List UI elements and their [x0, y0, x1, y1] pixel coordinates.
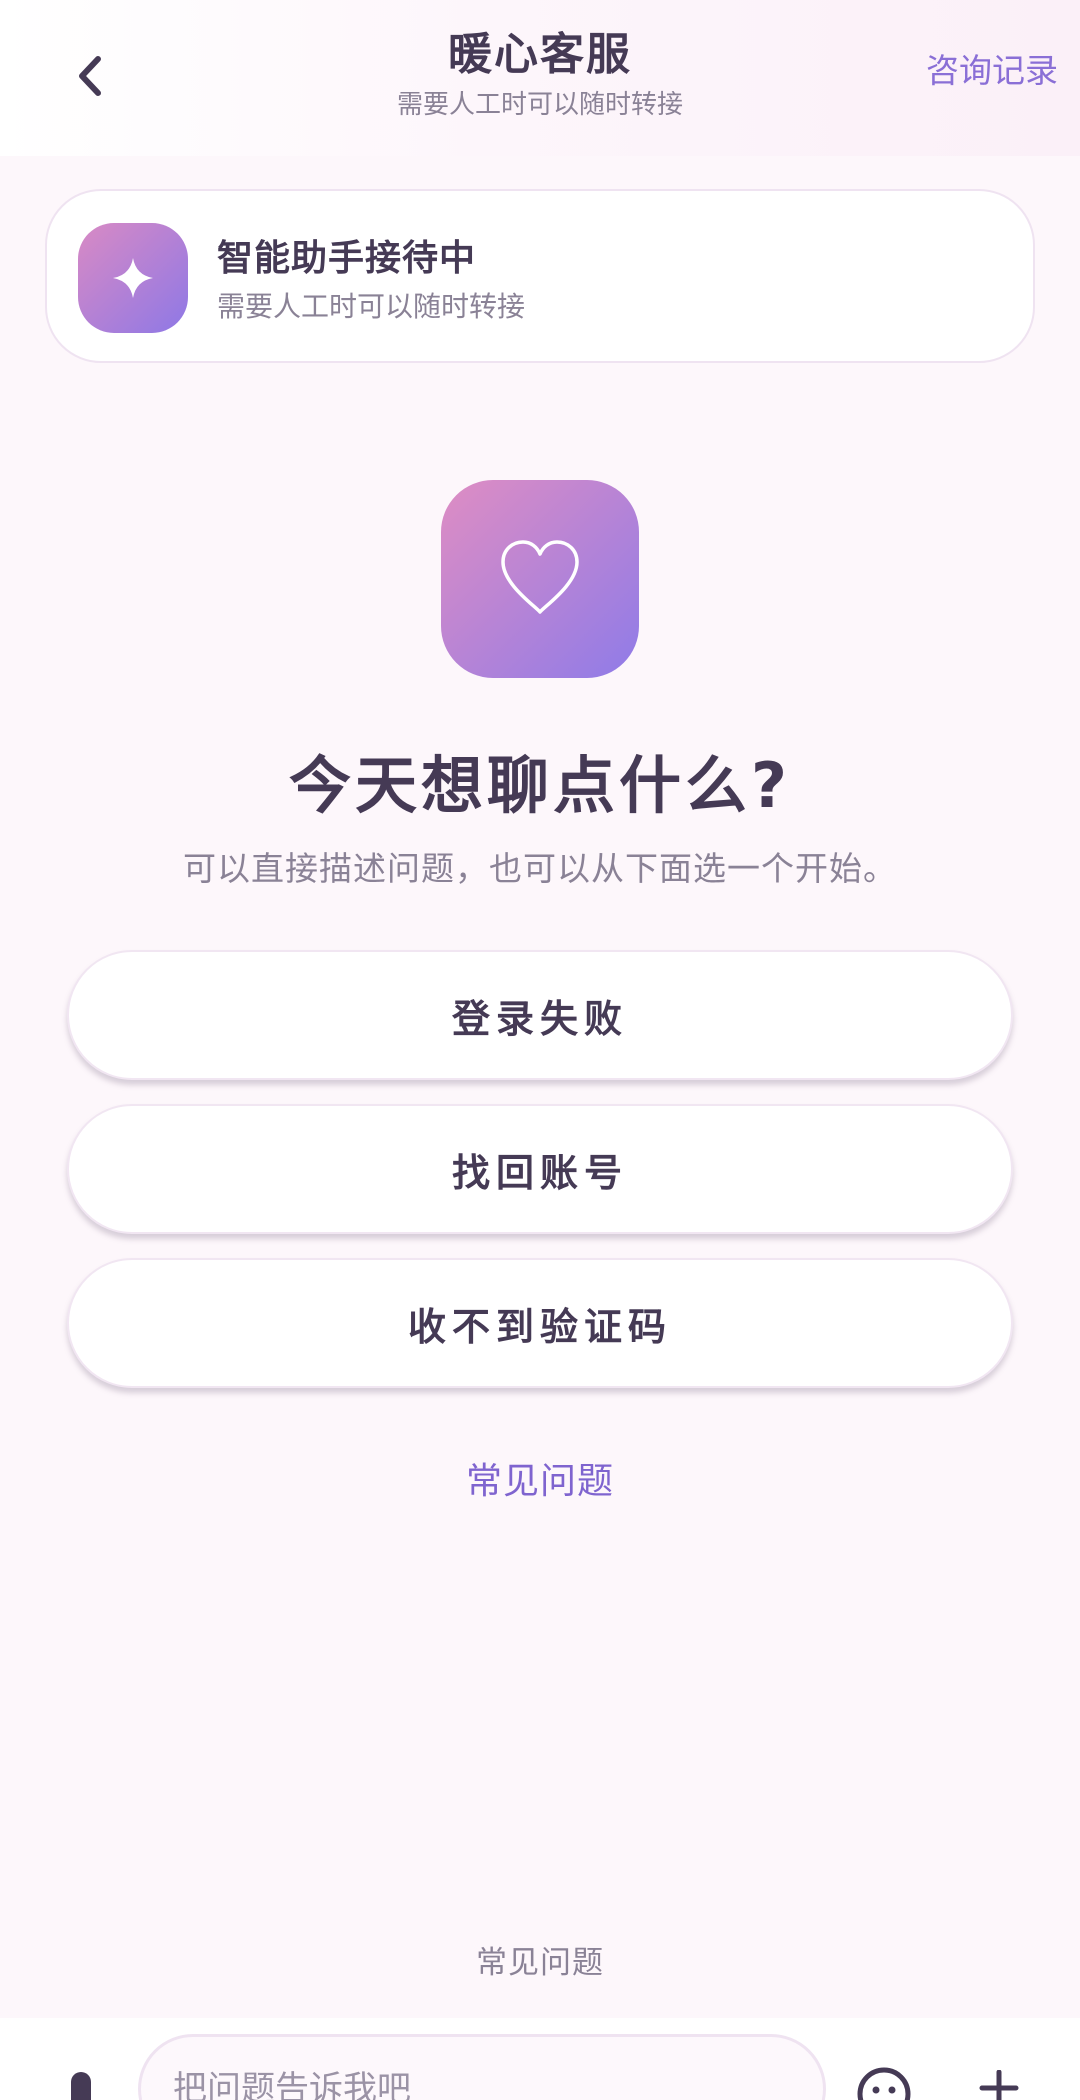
top-header: 暖心客服 需要人工时可以随时转接 咨询记录	[0, 0, 1080, 156]
consultation-history-link[interactable]: 咨询记录	[926, 44, 1058, 92]
faq-link[interactable]: 常见问题	[0, 1452, 1080, 1504]
message-input-bar	[0, 2018, 1080, 2100]
voice-input-button[interactable]	[56, 2066, 106, 2100]
faq-footer-label[interactable]: 常见问题	[0, 1937, 1080, 1982]
page-subtitle: 需要人工时可以随时转接	[396, 90, 683, 120]
quick-action-recover-account[interactable]: 找回账号	[67, 1104, 1013, 1234]
plus-icon	[979, 2069, 1019, 2100]
status-subtitle: 需要人工时可以随时转接	[217, 290, 526, 323]
customer-service-screen: 暖心客服 需要人工时可以随时转接 咨询记录 智能助手接待中 需要人工时可以随时转…	[0, 0, 1080, 2100]
microphone-icon	[71, 2072, 91, 2100]
add-attachment-button[interactable]	[974, 2069, 1024, 2100]
smiley-icon	[857, 2067, 911, 2100]
welcome-title: 今天想聊点什么?	[289, 749, 791, 822]
quick-actions-list: 登录失败 找回账号 收不到验证码	[67, 950, 1013, 1412]
assistant-status-card: 智能助手接待中 需要人工时可以随时转接	[45, 189, 1035, 363]
quick-action-login-failed[interactable]: 登录失败	[67, 950, 1013, 1080]
welcome-subtitle: 可以直接描述问题，也可以从下面选一个开始。	[183, 849, 897, 888]
sparkle-icon	[113, 258, 153, 298]
message-input[interactable]	[138, 2034, 826, 2100]
hero-badge	[441, 480, 639, 678]
heart-icon	[501, 540, 579, 614]
status-title: 智能助手接待中	[217, 238, 477, 279]
page-title: 暖心客服	[448, 29, 632, 80]
assistant-avatar	[78, 223, 188, 333]
quick-action-no-verification-code[interactable]: 收不到验证码	[67, 1258, 1013, 1388]
emoji-button[interactable]	[856, 2064, 912, 2100]
